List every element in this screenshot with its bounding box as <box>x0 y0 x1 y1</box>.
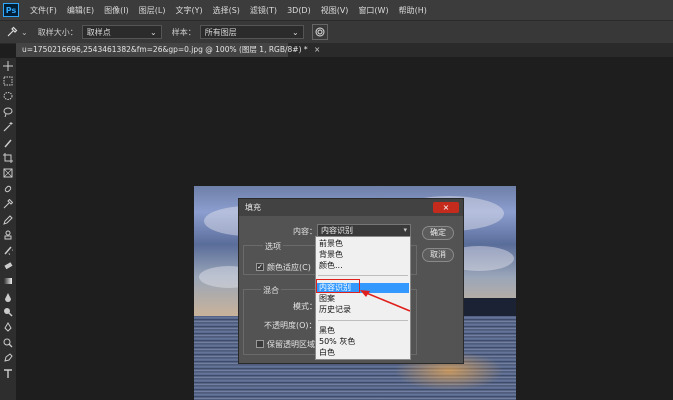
chevron-down-icon: ▾ <box>403 226 407 234</box>
lasso-tool-icon[interactable] <box>0 104 16 119</box>
blend-group-label: 混合 <box>261 285 281 296</box>
brush-tool-icon[interactable] <box>0 135 16 150</box>
color-adapt-checkbox[interactable]: ✓ <box>256 263 264 271</box>
ok-button[interactable]: 确定 <box>422 226 454 240</box>
tools-panel <box>0 58 16 400</box>
pencil-tool-icon[interactable] <box>0 212 16 227</box>
cancel-button[interactable]: 取消 <box>422 248 454 262</box>
annotation-arrow-icon <box>360 290 411 312</box>
pen-tool-icon[interactable] <box>0 320 16 335</box>
pen-nib-icon[interactable] <box>0 350 16 365</box>
menu-separator <box>318 320 408 321</box>
eyedropper-tool-icon[interactable] <box>0 197 16 212</box>
document-tab[interactable]: u=1750216696,2543461382&fm=26&gp=0.jpg @… <box>16 43 320 57</box>
zoom-lens-icon[interactable] <box>0 335 16 350</box>
menu-select[interactable]: 选择(S) <box>208 5 245 16</box>
menu-layer[interactable]: 图层(L) <box>134 5 171 16</box>
sample-label: 样本： <box>171 27 196 37</box>
mode-label: 模式： <box>293 302 317 311</box>
marquee-tool-icon[interactable] <box>0 73 16 88</box>
menu-item-white[interactable]: 白色 <box>319 347 335 358</box>
dodge-tool-icon[interactable] <box>0 304 16 319</box>
sample-size-select[interactable]: 取样点 ⌄ <box>81 25 162 39</box>
options-bar: ⌄ 取样大小： 取样点 ⌄ 样本： 所有图层 ⌄ <box>0 20 673 44</box>
options-group-label: 选项 <box>263 241 283 252</box>
city-skyline <box>464 298 516 316</box>
sample-value: 所有图层 <box>204 27 237 37</box>
sample-ring-icon[interactable] <box>311 24 328 40</box>
menu-item-history[interactable]: 历史记录 <box>319 304 351 315</box>
menu-3d[interactable]: 3D(D) <box>282 6 316 15</box>
menu-item-foreground[interactable]: 前景色 <box>319 238 343 249</box>
content-select-value: 内容识别 <box>321 226 353 235</box>
ellipse-marquee-icon[interactable] <box>0 89 16 104</box>
move-tool-icon[interactable] <box>0 58 16 73</box>
dialog-title-bar: 填充 <box>239 199 463 216</box>
document-tab-bar: u=1750216696,2543461382&fm=26&gp=0.jpg @… <box>16 43 673 57</box>
menu-item-background[interactable]: 背景色 <box>319 249 343 260</box>
frame-tool-icon[interactable] <box>0 166 16 181</box>
photoshop-logo-icon[interactable]: Ps <box>3 3 19 17</box>
menu-item-gray[interactable]: 50% 灰色 <box>319 336 355 347</box>
menu-type[interactable]: 文字(Y) <box>170 5 207 16</box>
menu-item-color[interactable]: 颜色... <box>319 260 343 271</box>
menu-separator <box>318 275 408 276</box>
eyedropper-icon[interactable] <box>6 26 18 38</box>
gradient-tool-icon[interactable] <box>0 273 16 288</box>
menu-item-black[interactable]: 黑色 <box>319 325 335 336</box>
menu-help[interactable]: 帮助(H) <box>394 5 432 16</box>
document-title: u=1750216696,2543461382&fm=26&gp=0.jpg @… <box>22 45 308 54</box>
color-adapt-label: 颜色适应(C) <box>267 263 311 272</box>
preserve-transparency-checkbox[interactable] <box>256 340 264 348</box>
type-tool-icon[interactable] <box>0 366 16 381</box>
menu-image[interactable]: 图像(I) <box>99 5 134 16</box>
dialog-close-button[interactable]: × <box>433 202 459 213</box>
stamp-tool-icon[interactable] <box>0 227 16 242</box>
dialog-title: 填充 <box>245 203 261 212</box>
menu-window[interactable]: 窗口(W) <box>353 5 393 16</box>
menu-filter[interactable]: 滤镜(T) <box>245 5 282 16</box>
sample-size-value: 取样点 <box>86 27 111 37</box>
menu-view[interactable]: 视图(V) <box>316 5 354 16</box>
magic-wand-icon[interactable] <box>0 120 16 135</box>
crop-tool-icon[interactable] <box>0 150 16 165</box>
eraser-tool-icon[interactable] <box>0 258 16 273</box>
close-tab-icon[interactable]: × <box>314 45 320 54</box>
sample-select[interactable]: 所有图层 ⌄ <box>199 25 304 39</box>
opacity-label: 不透明度(O)： <box>264 321 317 330</box>
chevron-down-icon: ⌄ <box>150 27 157 37</box>
menu-bar: Ps 文件(F) 编辑(E) 图像(I) 图层(L) 文字(Y) 选择(S) 滤… <box>0 0 673 20</box>
tool-preset-chevron-icon[interactable]: ⌄ <box>21 28 28 37</box>
menu-item-pattern[interactable]: 图案 <box>319 293 335 304</box>
menu-edit[interactable]: 编辑(E) <box>62 5 99 16</box>
chevron-down-icon: ⌄ <box>292 27 299 37</box>
content-label: 内容： <box>293 227 317 236</box>
healing-brush-icon[interactable] <box>0 181 16 196</box>
history-brush-icon[interactable] <box>0 243 16 258</box>
blur-tool-icon[interactable] <box>0 289 16 304</box>
menu-file[interactable]: 文件(F) <box>25 5 62 16</box>
sample-size-label: 取样大小： <box>37 27 78 37</box>
